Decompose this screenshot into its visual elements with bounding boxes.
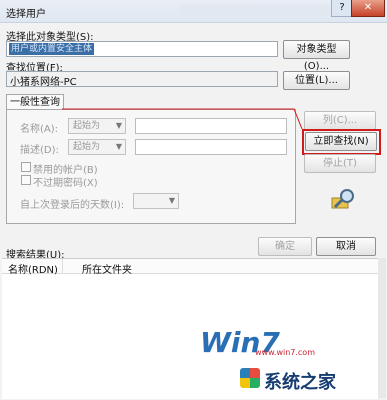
chevron-down-icon: ▼ [168,196,175,205]
no-expire-password-label: 不过期密码(X) [33,178,98,189]
name-input[interactable] [135,118,287,134]
search-magnifier-icon [331,189,354,209]
column-divider [62,259,63,273]
chevron-down-icon: ▼ [115,142,122,151]
name-label: 名称(A): [20,124,59,135]
column-header-folder[interactable]: 所在文件夹 [82,261,132,276]
stop-button[interactable]: 停止(T) [304,154,376,173]
description-mode-value: 起始为 [73,142,101,152]
highlight-box [302,129,381,155]
cancel-button[interactable]: 取消 [316,237,376,256]
no-expire-password-checkbox[interactable] [21,175,31,185]
results-header: 名称(RDN) 所在文件夹 [2,259,378,276]
description-mode-select[interactable]: 起始为 ▼ [68,139,126,155]
columns-button[interactable]: 列(C)... [304,111,376,130]
watermark-url: www.win7.com [255,348,315,357]
days-since-logon-select[interactable]: ▼ [133,193,179,209]
days-since-logon-label: 自上次登录后的天数(I): [20,200,125,211]
description-input[interactable] [135,139,287,155]
tab-general-query[interactable]: 一般性查询 [6,94,64,110]
name-mode-select[interactable]: 起始为 ▼ [68,118,126,134]
chevron-down-icon: ▼ [115,121,122,130]
watermark-text: 系统之家 [264,372,336,393]
window-title: 选择用户 [6,9,46,20]
disabled-accounts-checkbox[interactable] [21,162,31,172]
windows-flag-icon [240,368,260,388]
description-label: 描述(D): [20,145,59,156]
column-header-name[interactable]: 名称(RDN) [8,261,58,276]
name-mode-value: 起始为 [73,121,101,131]
watermark: Win7 www.win7.com 系统之家 [200,326,386,400]
ok-button[interactable]: 确定 [258,237,312,256]
